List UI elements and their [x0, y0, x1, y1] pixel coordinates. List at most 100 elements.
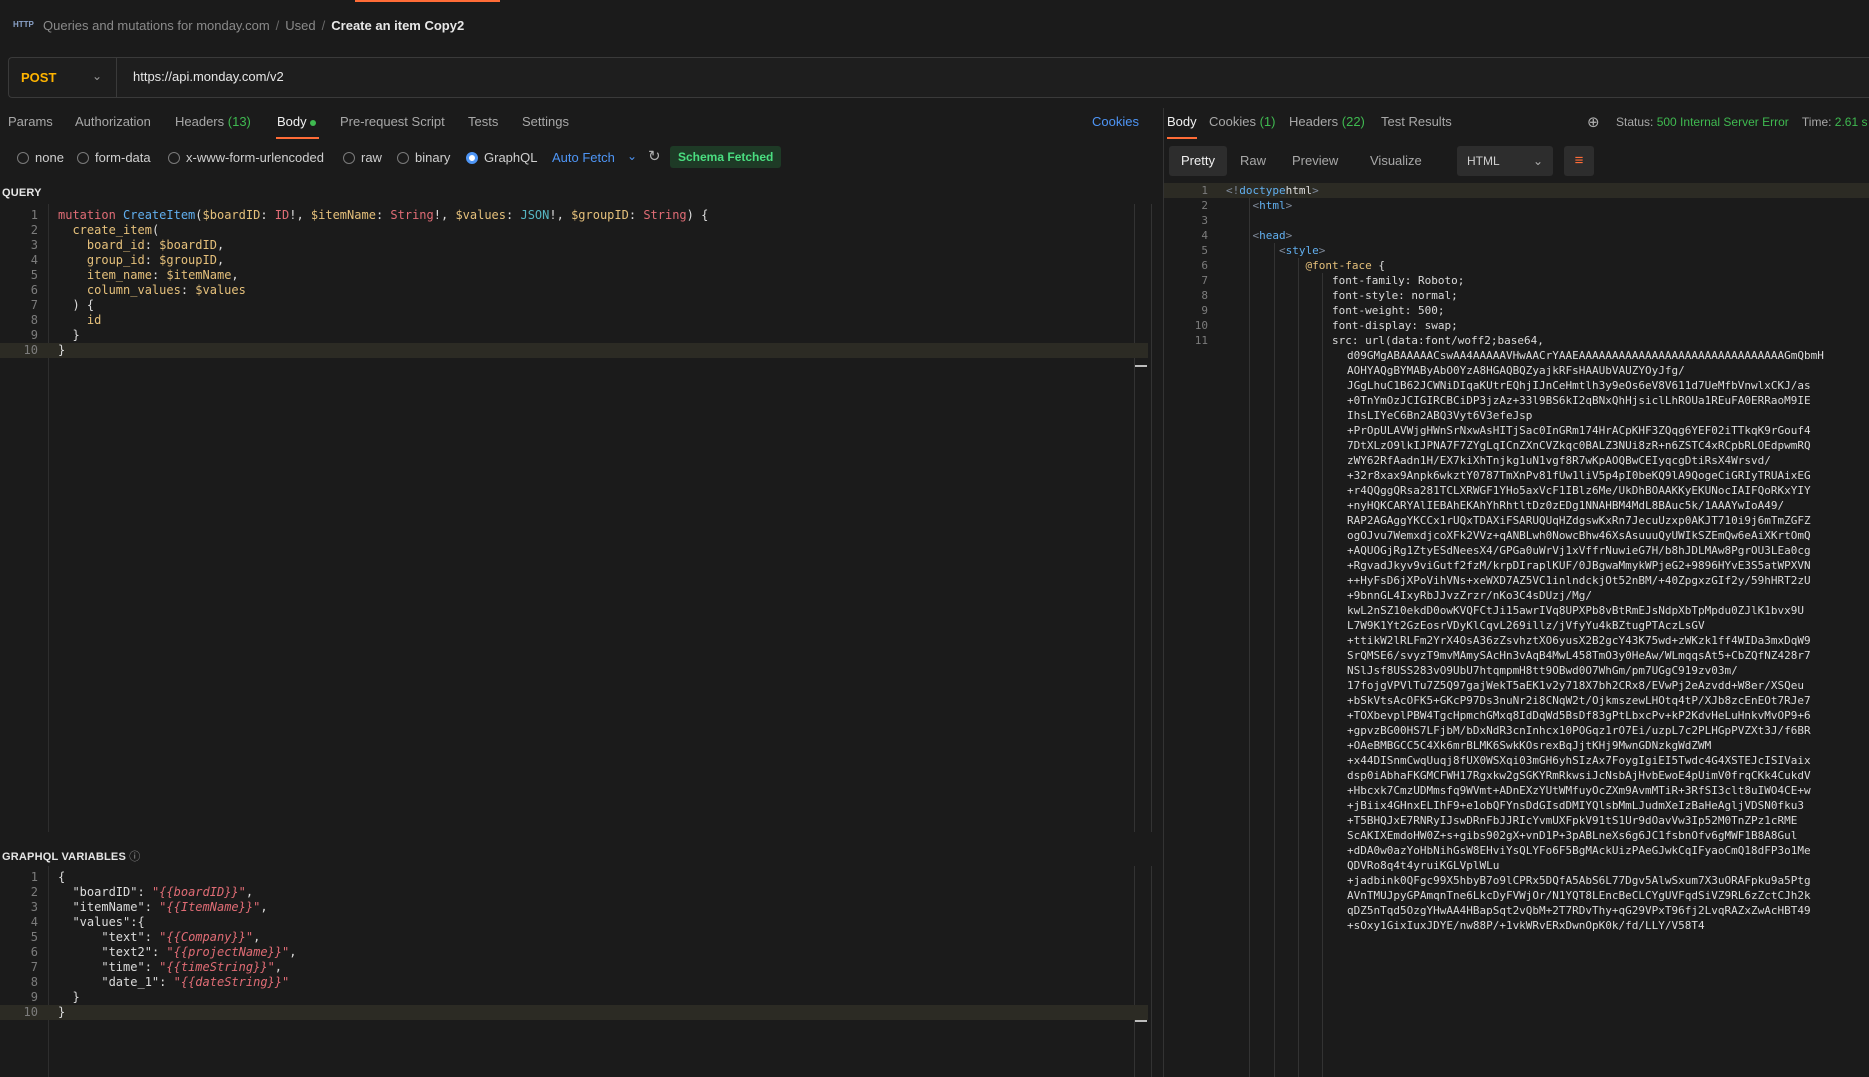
code-line-wrapped[interactable]: +ttikW2lRLFm2YrX4OsA36zZsvhztXO6yusX2B2g… [1164, 633, 1869, 648]
view-visualize[interactable]: Visualize [1358, 146, 1434, 176]
code-line-wrapped[interactable]: +9bnnGL4IxyRbJJvzZrzr/nKo3C4sDUzj/Mg/ [1164, 588, 1869, 603]
code-line[interactable]: 4 "values":{ [0, 915, 1148, 930]
code-line[interactable]: 3 "itemName": "{{ItemName}}", [0, 900, 1148, 915]
code-line-wrapped[interactable]: +32r8xax9Anpk6wkztY0787TmXnPv81fUw1liV5p… [1164, 468, 1869, 483]
code-line-wrapped[interactable]: kwL2nSZ10ekdD0owKVQFCtJi15awrIVq8UPXPb8v… [1164, 603, 1869, 618]
tab-response-headers[interactable]: Headers (22) [1289, 114, 1365, 129]
code-line[interactable]: 8 "date_1": "{{dateString}}" [0, 975, 1148, 990]
code-line[interactable]: 5 <style> [1164, 243, 1869, 258]
language-select[interactable]: HTML ⌄ [1457, 146, 1553, 176]
radio-urlencoded[interactable]: x-www-form-urlencoded [168, 150, 324, 165]
code-line[interactable]: 1{ [0, 870, 1148, 885]
code-line[interactable]: 2 <html> [1164, 198, 1869, 213]
code-line[interactable]: 4 group_id: $groupID, [0, 253, 1148, 268]
radio-binary[interactable]: binary [397, 150, 450, 165]
code-line[interactable]: 9 } [0, 328, 1148, 343]
radio-raw[interactable]: raw [343, 150, 382, 165]
code-line[interactable]: 1 mutation CreateItem($boardID: ID!, $ite… [0, 208, 1148, 223]
code-line-wrapped[interactable]: +Hbcxk7CmzUDMmsfq9WVmt+ADnEXzYUtWMfuyOcZ… [1164, 783, 1869, 798]
scroll-thumb[interactable] [1135, 365, 1147, 367]
code-line-wrapped[interactable]: SrQMSE6/svyzT9mvMAmySAcHn3vAqB4MwL458TmO… [1164, 648, 1869, 663]
time-value[interactable]: 2.61 s [1835, 115, 1868, 129]
code-line[interactable]: 1 <!doctypehtml> [1164, 183, 1869, 198]
code-line-wrapped[interactable]: qDZ5nTqd5OzgYHwAA4HBapSqt2vQbM+2T7RDvThy… [1164, 903, 1869, 918]
code-line-wrapped[interactable]: +0TnYmOzJCIGIRCBCiDP3jzAz+33l9BS6kI2qBNx… [1164, 393, 1869, 408]
code-line-wrapped[interactable]: +T5BHQJxE7RNRyIJswDRnFbJJRIcYvmUXFpkV91t… [1164, 813, 1869, 828]
code-line[interactable]: 10 font-display: swap; [1164, 318, 1869, 333]
radio-none[interactable]: none [17, 150, 64, 165]
code-line[interactable]: 8 font-style: normal; [1164, 288, 1869, 303]
radio-form-data[interactable]: form-data [77, 150, 151, 165]
tab-headers[interactable]: Headers (13) [175, 114, 251, 129]
code-line[interactable]: 11 src: url(data:font/woff2;base64, [1164, 333, 1869, 348]
tab-response-cookies[interactable]: Cookies (1) [1209, 114, 1275, 129]
method-select[interactable]: POST ⌄ [9, 58, 117, 97]
view-preview[interactable]: Preview [1280, 146, 1350, 176]
code-line-wrapped[interactable]: NSlJsf8USS283vO9UbU7htqmpmH8tt9OBwd0O7Wh… [1164, 663, 1869, 678]
code-line[interactable]: 6 column_values: $values [0, 283, 1148, 298]
code-line-wrapped[interactable]: +jadbink0QFgc99X5hbyB7o9lCPRx5DQfA5AbS6L… [1164, 873, 1869, 888]
code-line-wrapped[interactable]: ++HyFsD6jXPoVihVNs+xeWXD7AZ5VC1inlndckjO… [1164, 573, 1869, 588]
code-line[interactable]: 10} [0, 1005, 1148, 1020]
tab-pre-request-script[interactable]: Pre-request Script [340, 114, 445, 129]
globe-icon[interactable]: ⊕ [1587, 113, 1600, 131]
code-line[interactable]: 8 id [0, 313, 1148, 328]
code-line[interactable]: 7 font-family: Roboto; [1164, 273, 1869, 288]
code-line-wrapped[interactable]: +RgvadJkyv9viGutf2fzM/krpDIraplKUF/0JBgw… [1164, 558, 1869, 573]
code-line[interactable]: 7 "time": "{{timeString}}", [0, 960, 1148, 975]
tab-tests[interactable]: Tests [468, 114, 498, 129]
code-line-wrapped[interactable]: +sOxy1GixIuxJDYE/nw88P/+1vkWRvERxDwnOpK0… [1164, 918, 1869, 933]
refresh-icon[interactable]: ↻ [648, 147, 661, 165]
tab-response-body[interactable]: Body [1167, 114, 1197, 129]
code-line[interactable]: 6 "text2": "{{projectName}}", [0, 945, 1148, 960]
breadcrumb-item-collection[interactable]: Queries and mutations for monday.com [43, 18, 270, 33]
code-line[interactable]: 5 item_name: $itemName, [0, 268, 1148, 283]
code-line[interactable]: 6 @font-face { [1164, 258, 1869, 273]
code-line-wrapped[interactable]: JGgLhuC1B62JCWNiDIqaKUtrEQhjIJnCeHmtlh3y… [1164, 378, 1869, 393]
code-line[interactable]: 2 create_item( [0, 223, 1148, 238]
code-line-wrapped[interactable]: +dDA0w0azYoHbNihGsW8EHviYsQLYFo6F5BgMAck… [1164, 843, 1869, 858]
cookies-link[interactable]: Cookies [1092, 114, 1139, 129]
info-icon[interactable]: ⓘ [129, 851, 140, 863]
tab-authorization[interactable]: Authorization [75, 114, 151, 129]
response-body-viewer[interactable]: 1 <!doctypehtml> 2 <html> 3 4 <head> 5 <style… [1164, 183, 1869, 1077]
code-line[interactable]: 9 } [0, 990, 1148, 1005]
code-line-wrapped[interactable]: 7DtXLzO9lkIJPNA7F7ZYgLqICnZXnCVZkqc0BALZ… [1164, 438, 1869, 453]
code-line-wrapped[interactable]: +bSkVtsAcOFK5+GKcP97Ds3nuNr2i8CNqW2t/Ojk… [1164, 693, 1869, 708]
code-line-wrapped[interactable]: +gpvzBG00HS7LFjbM/bDxNdR3cnInhcx10POGqz1… [1164, 723, 1869, 738]
code-line-wrapped[interactable]: +OAeBMBGCC5C4Xk6mrBLMK6SwkKOsrexBqJjtKHj… [1164, 738, 1869, 753]
radio-graphql[interactable]: GraphQL [466, 150, 537, 165]
url-input[interactable] [133, 69, 833, 84]
code-line-wrapped[interactable]: dsp0iAbhaFKGMCFWH17Rgxkw2gSGKYRmRkwsiJcN… [1164, 768, 1869, 783]
code-line-wrapped[interactable]: +PrOpULAVWjgHWnSrNxwAsHITjSac0InGRm174Hr… [1164, 423, 1869, 438]
code-line[interactable]: 3 [1164, 213, 1869, 228]
view-raw[interactable]: Raw [1228, 146, 1278, 176]
request-title[interactable]: Create an item Copy2 [331, 18, 464, 33]
code-line-wrapped[interactable]: 17fojgVPVlTu7Z5Q97gajWekT5aEK1v2y718X7bh… [1164, 678, 1869, 693]
view-pretty[interactable]: Pretty [1169, 146, 1227, 176]
wrap-lines-icon[interactable]: ≡ [1564, 146, 1594, 176]
tab-body[interactable]: Body [277, 114, 316, 129]
query-editor[interactable]: 1 mutation CreateItem($boardID: ID!, $ite… [0, 204, 1152, 832]
code-line-wrapped[interactable]: AVnTMUJpyGPAmqnTne6LkcDyFVWjOr/N1YQT8LEn… [1164, 888, 1869, 903]
variables-editor[interactable]: 1{2 "boardID": "{{boardID}}", 3 "itemName… [0, 866, 1152, 1077]
code-line-wrapped[interactable]: +nyHQKCARYAlIEBAhEKAhYhRhtltDz0zEDg1NNAH… [1164, 498, 1869, 513]
code-line-wrapped[interactable]: +AQUOGjRg1ZtyESdNeesX4/GPGa0uWrVj1xVffrN… [1164, 543, 1869, 558]
code-line-wrapped[interactable]: AOHYAQgBYMAByAbO0YzA8HGAQBQZyajkRFsHAAUb… [1164, 363, 1869, 378]
code-line-wrapped[interactable]: ScAKIXEmdoHW0Z+s+gibs902gX+vnD1P+3pABLne… [1164, 828, 1869, 843]
code-line[interactable]: 4 <head> [1164, 228, 1869, 243]
chevron-down-icon[interactable]: ⌄ [627, 149, 637, 163]
code-line[interactable]: 2 "boardID": "{{boardID}}", [0, 885, 1148, 900]
code-line[interactable]: 3 board_id: $boardID, [0, 238, 1148, 253]
code-line-wrapped[interactable]: +jBiix4GHnxELIhF9+e1obQFYnsDdGIsdDMIYQls… [1164, 798, 1869, 813]
code-line-wrapped[interactable]: L7W9K1Yt2GzEosrVDyKlCqvL269illz/jVfyYu4k… [1164, 618, 1869, 633]
code-line-wrapped[interactable]: +r4QQggQRsa281TCLXRWGF1YHo5axVcF1IBlz6Me… [1164, 483, 1869, 498]
code-line-wrapped[interactable]: RAP2AGAggYKCCx1rUQxTDAXiFSARUQUqHZdgswKx… [1164, 513, 1869, 528]
tab-params[interactable]: Params [8, 114, 53, 129]
code-line-wrapped[interactable]: d09GMgABAAAAACswAA4AAAAAVHwAACrYAAEAAAAA… [1164, 348, 1869, 363]
status-value[interactable]: 500 Internal Server Error [1657, 115, 1789, 129]
auto-fetch-toggle[interactable]: Auto Fetch [552, 150, 615, 165]
tab-test-results[interactable]: Test Results [1381, 114, 1452, 129]
code-line-wrapped[interactable]: +TOXbevplPBW4TgcHpmchGMxq8IdDqWd5BsDf83g… [1164, 708, 1869, 723]
code-line-wrapped[interactable]: zWY62RfAadn1H/EX7kiXhTnjkg1uN1vgf8R7wKpA… [1164, 453, 1869, 468]
